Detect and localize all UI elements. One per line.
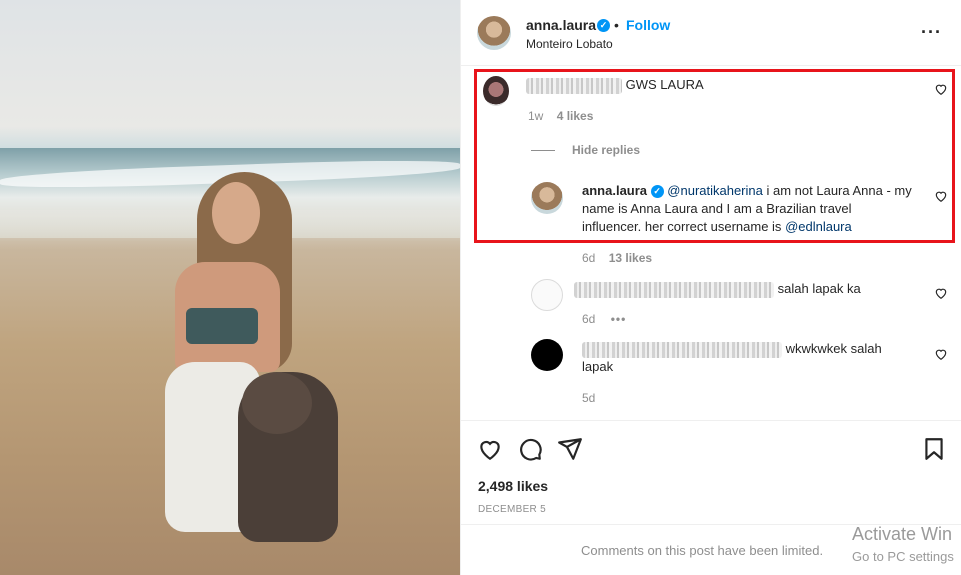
post-date[interactable]: DECEMBER 5 (478, 504, 546, 515)
location-link[interactable]: Monteiro Lobato (526, 37, 613, 51)
heart-icon[interactable] (934, 286, 948, 300)
post-username[interactable]: anna.laura (526, 17, 596, 33)
post-photo[interactable] (0, 0, 460, 575)
comment-time: 5d (582, 391, 596, 405)
like-count[interactable]: 2,498 likes (478, 478, 548, 494)
post-panel: anna.laura ✓ • Follow Monteiro Lobato ··… (460, 0, 961, 575)
comment-time: 6d (582, 312, 596, 326)
woman-face (212, 182, 260, 244)
activate-windows-watermark: Activate Win (852, 524, 953, 544)
commenter-avatar[interactable] (531, 279, 563, 311)
comment-text: salah lapak ka (777, 281, 861, 296)
comment-meta: 6d ••• (582, 312, 626, 326)
comment-icon[interactable] (517, 436, 543, 462)
dog-head (242, 372, 312, 434)
commenter-avatar[interactable] (531, 339, 563, 371)
reply-time: 6d (582, 251, 596, 265)
blurred-username (582, 341, 782, 358)
comment-3: salah lapak ka (574, 280, 904, 298)
reply-meta: 6d 13 likes (582, 251, 652, 265)
save-icon[interactable] (921, 436, 947, 462)
woman-top (186, 308, 258, 344)
avatar[interactable] (477, 16, 511, 50)
reply-likes[interactable]: 13 likes (609, 251, 652, 265)
comment-text: wkwkwkek salah (785, 341, 882, 356)
more-options-icon[interactable]: ··· (921, 22, 942, 43)
actions-divider (461, 420, 961, 421)
blurred-username (574, 281, 774, 298)
comments-limited-notice: Comments on this post have been limited. (581, 543, 824, 558)
follow-button[interactable]: Follow (626, 17, 670, 33)
heart-icon[interactable] (934, 347, 948, 361)
post-header: anna.laura ✓ • Follow Monteiro Lobato ··… (461, 0, 961, 66)
comment-more-icon[interactable]: ••• (611, 312, 627, 326)
like-icon[interactable] (477, 436, 503, 462)
verified-badge-icon: ✓ (597, 19, 610, 32)
comment-text: lapak (582, 359, 614, 374)
highlight-box (474, 69, 955, 243)
separator: • (614, 17, 619, 33)
comment-4: wkwkwkek salah lapak (582, 340, 912, 376)
activate-windows-subtext: Go to PC settings (852, 549, 954, 564)
share-icon[interactable] (557, 436, 583, 462)
